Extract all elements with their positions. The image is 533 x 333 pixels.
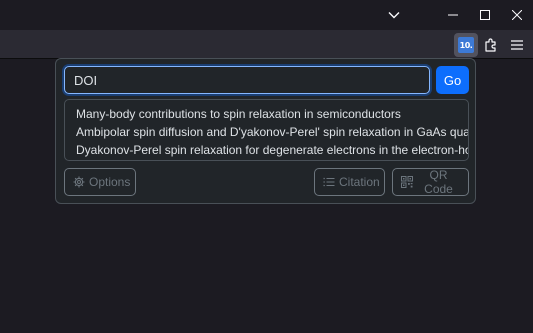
go-button[interactable]: Go: [436, 66, 469, 94]
chevron-down-icon: [388, 12, 400, 19]
puzzle-icon: [485, 38, 496, 52]
extensions-button[interactable]: [479, 33, 503, 57]
gear-icon: [73, 176, 85, 188]
list-icon: [323, 177, 335, 187]
minimize-icon: [448, 14, 458, 16]
options-button[interactable]: Options: [64, 168, 136, 196]
result-item[interactable]: Ambipolar spin diffusion and D'yakonov-P…: [76, 123, 468, 141]
doi-search-input[interactable]: [64, 66, 430, 94]
options-label: Options: [89, 175, 131, 189]
citation-button[interactable]: Citation: [314, 168, 385, 196]
qr-code-button[interactable]: QR Code: [392, 168, 469, 196]
qr-code-label: QR Code: [424, 168, 453, 196]
extension-button[interactable]: 10.: [454, 33, 478, 57]
maximize-icon: [480, 10, 490, 20]
extension-popup: Go Many-body contributions to spin relax…: [55, 58, 476, 204]
result-item[interactable]: Many-body contributions to spin relaxati…: [76, 105, 468, 123]
hamburger-menu-icon: [511, 40, 523, 50]
app-menu-button[interactable]: [505, 33, 529, 57]
citation-label: Citation: [339, 175, 380, 189]
extension-badge-icon: 10.: [458, 37, 474, 53]
results-list: Many-body contributions to spin relaxati…: [64, 99, 469, 161]
list-all-tabs-button[interactable]: [374, 0, 414, 30]
qr-code-icon: [401, 176, 413, 188]
close-window-button[interactable]: [497, 0, 533, 30]
close-icon: [512, 10, 522, 20]
result-item[interactable]: Dyakonov-Perel spin relaxation for degen…: [76, 141, 468, 159]
